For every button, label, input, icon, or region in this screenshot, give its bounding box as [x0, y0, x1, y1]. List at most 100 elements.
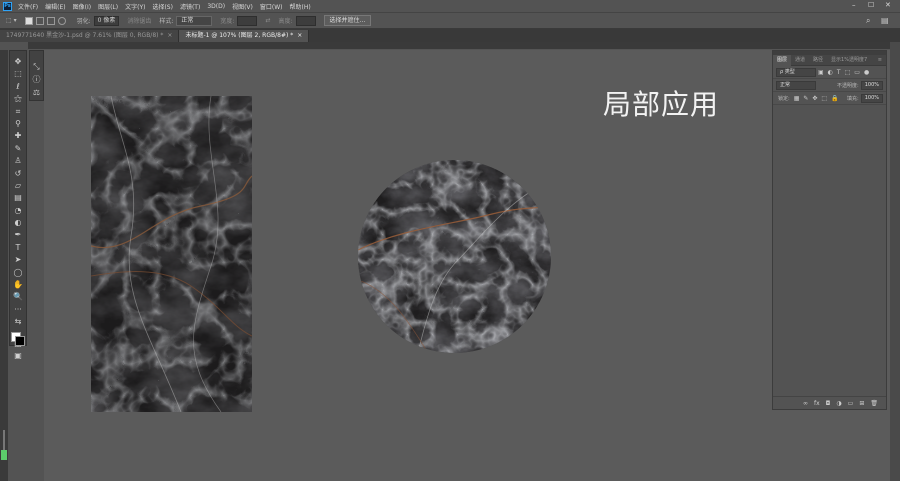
lock-artboard-icon[interactable]: ⬚ [821, 95, 827, 102]
zoom-slider[interactable] [1, 430, 7, 460]
healing-brush-tool-icon[interactable]: ✚ [12, 130, 24, 142]
new-group-icon[interactable]: ▭ [848, 400, 854, 407]
lasso-tool-icon[interactable]: ℓ [12, 81, 24, 93]
menu-filter[interactable]: 滤镜(T) [180, 2, 200, 11]
lock-label: 锁定: [778, 95, 790, 102]
antialias-checkbox[interactable]: 消除锯齿 [127, 16, 151, 25]
document-canvas[interactable]: 局部应用 [44, 50, 890, 481]
search-icon[interactable]: ⌕ [866, 16, 870, 26]
height-input[interactable] [295, 15, 316, 26]
clone-stamp-tool-icon[interactable]: ♙ [12, 155, 24, 167]
tab-paths[interactable]: 路径 [809, 55, 827, 66]
filter-pixel-icon[interactable]: ▣ [818, 69, 824, 76]
menu-window[interactable]: 窗口(W) [260, 2, 283, 11]
panel-menu-icon[interactable]: ≡ [874, 55, 886, 66]
tab-channels[interactable]: 通道 [791, 55, 809, 66]
tab-extra[interactable]: 显示1%透明度7 [827, 55, 871, 66]
add-mask-icon[interactable]: ◘ [826, 400, 831, 407]
layer-filter-select[interactable]: ρ 类型 [776, 67, 816, 77]
adjustment-layer-icon[interactable]: ◑ [836, 400, 841, 407]
history-brush-tool-icon[interactable]: ↺ [12, 168, 24, 180]
tab-layers[interactable]: 图层 [773, 54, 792, 66]
gradient-tool-icon[interactable]: ▤ [12, 192, 24, 204]
tab-label: 1749771640 黑金沙-1.psd @ 7.61% (图层 0, RGB/… [6, 32, 164, 39]
path-selection-tool-icon[interactable]: ➤ [12, 254, 24, 266]
menu-layer[interactable]: 图层(L) [98, 2, 118, 11]
dodge-tool-icon[interactable]: ◐ [12, 217, 24, 229]
adjustments-panel-icon[interactable]: ⚖ [33, 86, 40, 99]
select-and-mask-button[interactable]: 选择并遮住... [323, 15, 372, 26]
vertical-scrollbar[interactable] [890, 42, 900, 481]
new-layer-icon[interactable]: ⊞ [859, 400, 864, 407]
zoom-tool-icon[interactable]: 🔍 [12, 291, 24, 303]
fill-input[interactable]: 100% [860, 93, 883, 103]
horizontal-ruler[interactable] [28, 42, 890, 50]
close-window-button[interactable]: ✕ [885, 1, 891, 9]
close-icon[interactable]: × [297, 32, 302, 39]
filter-adjustment-icon[interactable]: ◐ [828, 69, 833, 76]
minimize-button[interactable]: – [852, 1, 856, 9]
menu-help[interactable]: 帮助(H) [290, 2, 311, 11]
delete-layer-icon[interactable]: 🗑 [870, 400, 878, 407]
info-panel-icon[interactable]: ⓘ [33, 73, 41, 86]
style-select[interactable]: 正常 [176, 15, 213, 26]
intersect-selection-icon[interactable] [57, 16, 66, 25]
opacity-input[interactable]: 100% [860, 80, 883, 90]
vertical-ruler[interactable] [0, 50, 8, 481]
eraser-tool-icon[interactable]: ▱ [12, 180, 24, 192]
lock-all-icon[interactable]: 🔒 [831, 95, 838, 102]
width-control: 宽度: [220, 15, 258, 26]
opacity-label: 不透明度: [837, 82, 859, 89]
shape-tool-icon[interactable]: ◯ [12, 267, 24, 279]
close-icon[interactable]: × [167, 32, 172, 39]
marquee-tool-preset-icon[interactable]: ⬚ ▾ [6, 17, 17, 24]
menu-select[interactable]: 选择(S) [152, 2, 173, 11]
move-tool-icon[interactable]: ✥ [12, 56, 24, 68]
options-bar: ⬚ ▾ 羽化: 0 像素 消除锯齿 样式: 正常 宽度: ⇄ 高度: 选择并遮住… [0, 12, 900, 29]
eyedropper-tool-icon[interactable]: ⚲ [12, 118, 24, 130]
filter-smart-object-icon[interactable]: ▭ [854, 69, 860, 76]
maximize-button[interactable]: ☐ [868, 1, 874, 9]
menu-edit[interactable]: 编辑(E) [45, 2, 65, 11]
swap-colors-icon[interactable]: ⇆ [12, 316, 24, 328]
feather-input[interactable]: 0 像素 [93, 15, 120, 26]
blur-tool-icon[interactable]: ◔ [12, 205, 24, 217]
lock-image-icon[interactable]: ✎ [803, 95, 808, 102]
history-brush-panel-icon[interactable]: ⤡ [33, 60, 39, 73]
menu-image[interactable]: 图像(I) [73, 2, 91, 11]
fill-label: 填充: [847, 95, 859, 102]
filter-toggle-icon[interactable]: ● [864, 69, 869, 76]
zoom-slider-thumb[interactable] [1, 450, 7, 460]
crop-tool-icon[interactable]: ⌗ [12, 106, 24, 118]
filter-type-icon[interactable]: T [837, 69, 841, 76]
brush-tool-icon[interactable]: ✎ [12, 143, 24, 155]
workspace-icon[interactable]: ▤ [881, 16, 889, 25]
menu-view[interactable]: 视图(V) [232, 2, 253, 11]
background-color-swatch[interactable] [15, 335, 25, 346]
selection-mode-icons[interactable] [24, 16, 69, 25]
swap-dimensions-icon[interactable]: ⇄ [265, 17, 270, 24]
subtract-selection-icon[interactable] [46, 16, 55, 25]
menu-3d[interactable]: 3D(D) [207, 3, 225, 10]
more-tools-icon[interactable]: ··· [12, 304, 24, 316]
marquee-tool-icon[interactable]: ⬚ [12, 68, 24, 80]
screen-mode-icon[interactable]: ▣ [12, 350, 24, 362]
hand-tool-icon[interactable]: ✋ [12, 279, 24, 291]
width-input[interactable] [237, 15, 258, 26]
blend-mode-select[interactable]: 正常 [776, 80, 816, 90]
lock-transparent-icon[interactable]: ▦ [794, 95, 800, 102]
lock-position-icon[interactable]: ✥ [812, 95, 817, 102]
magic-wand-tool-icon[interactable]: ⚝ [12, 93, 24, 105]
menu-file[interactable]: 文件(F) [18, 2, 38, 11]
menu-type[interactable]: 文字(Y) [125, 2, 145, 11]
style-control: 样式: 正常 [159, 15, 213, 26]
type-tool-icon[interactable]: T [12, 242, 24, 254]
link-layers-icon[interactable]: ∞ [803, 400, 808, 407]
filter-shape-icon[interactable]: ⬚ [845, 69, 851, 76]
tab-document-1[interactable]: 1749771640 黑金沙-1.psd @ 7.61% (图层 0, RGB/… [0, 30, 180, 42]
tab-document-2[interactable]: 未标题-1 @ 107% (图层 2, RGB/8#) * × [179, 30, 310, 42]
pen-tool-icon[interactable]: ✒ [12, 229, 24, 241]
new-selection-icon[interactable] [24, 16, 33, 25]
layer-style-icon[interactable]: fx [814, 400, 820, 407]
add-selection-icon[interactable] [35, 16, 44, 25]
